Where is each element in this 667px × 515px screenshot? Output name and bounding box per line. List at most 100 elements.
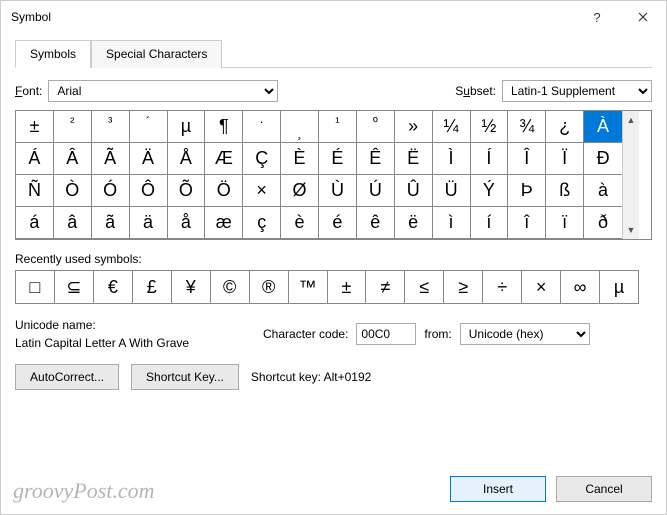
- unicode-name-section: Unicode name: Latin Capital Letter A Wit…: [15, 318, 255, 350]
- char-cell[interactable]: í: [471, 207, 509, 239]
- char-cell[interactable]: Ð: [584, 143, 622, 175]
- font-select[interactable]: Arial: [48, 80, 278, 102]
- char-cell[interactable]: ¹: [319, 111, 357, 143]
- char-cell[interactable]: È: [281, 143, 319, 175]
- char-cell[interactable]: ·: [243, 111, 281, 143]
- char-cell[interactable]: Ê: [357, 143, 395, 175]
- char-cell[interactable]: ë: [395, 207, 433, 239]
- scroll-down-icon[interactable]: ▼: [623, 221, 639, 239]
- charcode-input[interactable]: [356, 323, 416, 345]
- recent-cell[interactable]: €: [94, 271, 133, 303]
- char-cell[interactable]: Ç: [243, 143, 281, 175]
- char-cell[interactable]: ä: [130, 207, 168, 239]
- char-cell[interactable]: Ö: [205, 175, 243, 207]
- char-cell[interactable]: Ì: [433, 143, 471, 175]
- char-cell[interactable]: ¸: [281, 111, 319, 143]
- recent-cell[interactable]: ±: [328, 271, 367, 303]
- char-cell[interactable]: À: [584, 111, 622, 143]
- char-cell[interactable]: Â: [54, 143, 92, 175]
- char-cell[interactable]: ð: [584, 207, 622, 239]
- help-button[interactable]: ?: [574, 2, 620, 32]
- char-cell[interactable]: ï: [546, 207, 584, 239]
- char-cell[interactable]: Ä: [130, 143, 168, 175]
- recent-cell[interactable]: ≤: [405, 271, 444, 303]
- char-cell[interactable]: å: [168, 207, 206, 239]
- recent-cell[interactable]: ×: [522, 271, 561, 303]
- char-cell[interactable]: Ý: [471, 175, 509, 207]
- recent-cell[interactable]: ≠: [366, 271, 405, 303]
- char-cell[interactable]: î: [508, 207, 546, 239]
- close-button[interactable]: [620, 2, 666, 32]
- char-cell[interactable]: ¾: [508, 111, 546, 143]
- subset-select[interactable]: Latin-1 Supplement: [502, 80, 652, 102]
- char-cell[interactable]: ¼: [433, 111, 471, 143]
- recent-cell[interactable]: ©: [211, 271, 250, 303]
- char-cell[interactable]: Ï: [546, 143, 584, 175]
- recent-cell[interactable]: ÷: [483, 271, 522, 303]
- recent-cell[interactable]: ®: [250, 271, 289, 303]
- recent-cell[interactable]: □: [16, 271, 55, 303]
- char-cell[interactable]: ²: [54, 111, 92, 143]
- recent-symbols-grid[interactable]: □⊆€£¥©®™±≠≤≥÷×∞µ: [15, 270, 639, 304]
- char-cell[interactable]: É: [319, 143, 357, 175]
- char-cell[interactable]: è: [281, 207, 319, 239]
- char-cell[interactable]: Ë: [395, 143, 433, 175]
- recent-cell[interactable]: ¥: [172, 271, 211, 303]
- char-cell[interactable]: Ñ: [16, 175, 54, 207]
- char-cell[interactable]: Õ: [168, 175, 206, 207]
- scroll-track[interactable]: [623, 129, 639, 221]
- char-cell[interactable]: Ù: [319, 175, 357, 207]
- insert-button[interactable]: Insert: [450, 476, 546, 502]
- char-cell[interactable]: à: [584, 175, 622, 207]
- recent-cell[interactable]: £: [133, 271, 172, 303]
- autocorrect-button[interactable]: AutoCorrect...: [15, 364, 119, 390]
- recent-cell[interactable]: ≥: [444, 271, 483, 303]
- char-cell[interactable]: Ú: [357, 175, 395, 207]
- char-cell[interactable]: ç: [243, 207, 281, 239]
- char-cell[interactable]: Á: [16, 143, 54, 175]
- char-cell[interactable]: Ø: [281, 175, 319, 207]
- char-cell[interactable]: æ: [205, 207, 243, 239]
- character-grid[interactable]: ±²³´µ¶·¸¹º»¼½¾¿À ÁÂÃÄÅÆÇÈÉÊËÌÍÎÏÐ ÑÒÓÔÕÖ×Ø…: [16, 111, 622, 239]
- char-cell[interactable]: Î: [508, 143, 546, 175]
- char-cell[interactable]: Ó: [92, 175, 130, 207]
- char-cell[interactable]: Ô: [130, 175, 168, 207]
- recent-cell[interactable]: ™: [289, 271, 328, 303]
- char-cell[interactable]: º: [357, 111, 395, 143]
- char-cell[interactable]: ¿: [546, 111, 584, 143]
- char-cell[interactable]: ì: [433, 207, 471, 239]
- char-cell[interactable]: ³: [92, 111, 130, 143]
- shortcut-key-button[interactable]: Shortcut Key...: [131, 364, 239, 390]
- char-cell[interactable]: Þ: [508, 175, 546, 207]
- char-cell[interactable]: Í: [471, 143, 509, 175]
- unicode-name-label: Unicode name:: [15, 318, 255, 332]
- cancel-button[interactable]: Cancel: [556, 476, 652, 502]
- recent-cell[interactable]: µ: [600, 271, 638, 303]
- char-cell[interactable]: ã: [92, 207, 130, 239]
- tab-symbols[interactable]: Symbols: [15, 40, 91, 68]
- char-cell[interactable]: á: [16, 207, 54, 239]
- char-cell[interactable]: ½: [471, 111, 509, 143]
- char-cell[interactable]: Æ: [205, 143, 243, 175]
- char-cell[interactable]: ß: [546, 175, 584, 207]
- scroll-up-icon[interactable]: ▲: [623, 111, 639, 129]
- char-cell[interactable]: Û: [395, 175, 433, 207]
- char-cell[interactable]: µ: [168, 111, 206, 143]
- char-cell[interactable]: é: [319, 207, 357, 239]
- grid-scrollbar[interactable]: ▲ ▼: [622, 111, 639, 239]
- char-cell[interactable]: ´: [130, 111, 168, 143]
- char-cell[interactable]: ê: [357, 207, 395, 239]
- tab-special-characters[interactable]: Special Characters: [91, 40, 222, 68]
- recent-cell[interactable]: ⊆: [55, 271, 94, 303]
- char-cell[interactable]: ¶: [205, 111, 243, 143]
- char-cell[interactable]: Ü: [433, 175, 471, 207]
- char-cell[interactable]: Å: [168, 143, 206, 175]
- char-cell[interactable]: ±: [16, 111, 54, 143]
- from-select[interactable]: Unicode (hex): [460, 323, 590, 345]
- char-cell[interactable]: ×: [243, 175, 281, 207]
- char-cell[interactable]: Ã: [92, 143, 130, 175]
- char-cell[interactable]: â: [54, 207, 92, 239]
- char-cell[interactable]: »: [395, 111, 433, 143]
- char-cell[interactable]: Ò: [54, 175, 92, 207]
- recent-cell[interactable]: ∞: [561, 271, 600, 303]
